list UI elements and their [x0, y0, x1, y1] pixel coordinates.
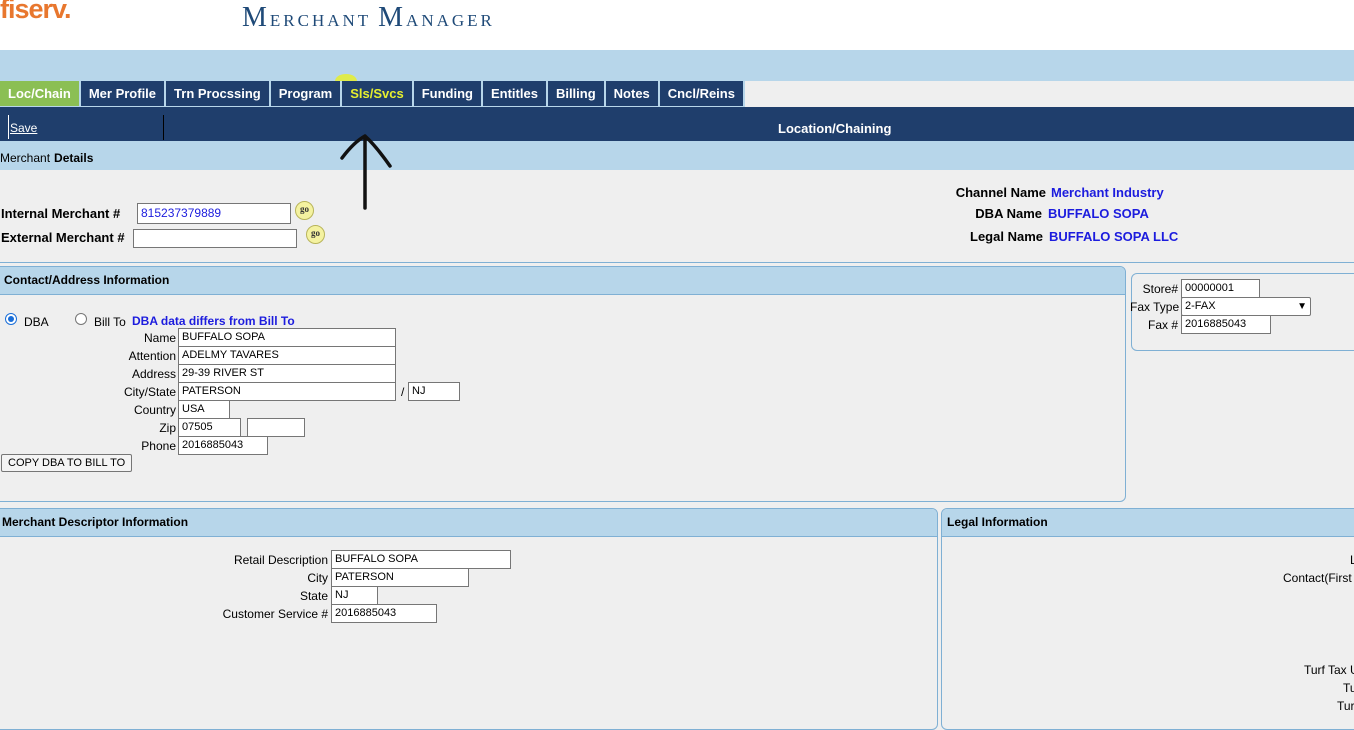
descriptor-city-label: City	[307, 571, 328, 585]
external-merchant-label: External Merchant #	[1, 230, 125, 245]
toolbar-divider	[8, 115, 9, 139]
fax-type-select[interactable]: 2-FAX ▼	[1181, 297, 1311, 316]
chevron-down-icon: ▼	[1297, 301, 1307, 312]
external-merchant-input[interactable]	[133, 229, 297, 248]
phone-input[interactable]: 2016885043	[178, 436, 268, 455]
legal-field-label: Tur	[1337, 699, 1354, 713]
tab-program[interactable]: Program	[270, 81, 341, 106]
save-link[interactable]: Save	[10, 121, 37, 135]
name-input[interactable]: BUFFALO SOPA	[178, 328, 396, 347]
up-arrow-icon	[340, 134, 392, 210]
legal-information-panel: Legal Information	[941, 508, 1354, 730]
contact-address-title: Contact/Address Information	[0, 267, 1125, 295]
channel-name-label: Channel Name	[955, 185, 1046, 200]
tab-entitles[interactable]: Entitles	[482, 81, 546, 106]
toolbar-divider	[163, 115, 164, 140]
app-title-word-1: ERCHANT	[269, 11, 371, 30]
state-input[interactable]: NJ	[408, 382, 460, 401]
zip-label: Zip	[159, 421, 176, 435]
go-button[interactable]: go	[306, 225, 325, 244]
dba-radio[interactable]	[5, 313, 17, 325]
internal-merchant-label: Internal Merchant #	[1, 206, 121, 221]
copy-dba-to-bill-to-button[interactable]: COPY DBA TO BILL TO	[1, 454, 133, 472]
tab-notes[interactable]: Notes	[605, 81, 658, 106]
attention-label: Attention	[128, 349, 176, 363]
descriptor-state-label: State	[299, 589, 328, 603]
city-input[interactable]: PATERSON	[178, 382, 396, 401]
legal-field-label: Tu	[1343, 681, 1354, 695]
retail-description-label: Retail Description	[233, 553, 328, 567]
fax-number-input[interactable]: 2016885043	[1181, 315, 1271, 334]
tab-trn-procssing[interactable]: Trn Procssing	[166, 81, 269, 106]
country-label: Country	[133, 403, 176, 417]
heading-word: Details	[54, 151, 94, 165]
go-button[interactable]: go	[295, 201, 314, 220]
customer-service-label: Customer Service #	[222, 607, 328, 621]
legal-field-label: Contact(First M	[1283, 571, 1354, 585]
merchant-descriptor-title: Merchant Descriptor Information	[0, 509, 937, 537]
name-label: Name	[143, 331, 176, 345]
zip-extension-input[interactable]	[247, 418, 305, 437]
section-title: Location/Chaining	[778, 121, 892, 136]
details-bar	[0, 141, 1354, 170]
fax-type-value: 2-FAX	[1185, 300, 1216, 312]
legal-name-value: BUFFALO SOPA LLC	[1049, 229, 1179, 244]
phone-label: Phone	[141, 439, 176, 453]
toolbar	[0, 107, 1354, 141]
fiserv-logo: fiserv.	[0, 0, 72, 24]
merchant-details-heading: Merchant Details	[0, 151, 93, 165]
attention-input[interactable]: ADELMY TAVARES	[178, 346, 396, 365]
legal-information-title: Legal Information	[942, 509, 1354, 537]
country-input[interactable]: USA	[178, 400, 230, 419]
divider	[0, 262, 1354, 263]
merchant-descriptor-panel: Merchant Descriptor Information	[0, 508, 938, 730]
tab-mer-profile[interactable]: Mer Profile	[80, 81, 165, 106]
descriptor-city-input[interactable]: PATERSON	[331, 568, 469, 587]
tab-cncl-reins[interactable]: Cncl/Reins	[659, 81, 743, 106]
fax-type-label: Fax Type	[1130, 300, 1180, 314]
store-label: Store#	[1142, 282, 1178, 296]
tab-sls-svcs[interactable]: Sls/Svcs	[342, 81, 412, 106]
legal-field-label: Turf Tax U	[1304, 663, 1354, 677]
contact-address-panel: Contact/Address Information	[0, 266, 1126, 502]
app-title-initial-1: M	[242, 2, 270, 33]
dba-name-label: DBA Name	[975, 206, 1042, 221]
legal-name-label: Legal Name	[970, 229, 1043, 244]
zip-input[interactable]: 07505	[178, 418, 241, 437]
app-title: MERCHANT MANAGER	[242, 2, 495, 34]
header-band	[0, 50, 1354, 81]
tab-billing[interactable]: Billing	[547, 81, 604, 106]
city-state-separator: /	[401, 385, 405, 399]
tab-funding[interactable]: Funding	[413, 81, 481, 106]
address-input[interactable]: 29-39 RIVER ST	[178, 364, 396, 383]
legal-field-label: L	[1350, 553, 1354, 567]
customer-service-input[interactable]: 2016885043	[331, 604, 437, 623]
tab-bar: Loc/Chain Mer Profile Trn Procssing Prog…	[0, 81, 745, 107]
retail-description-input[interactable]: BUFFALO SOPA	[331, 550, 511, 569]
city-state-label: City/State	[123, 385, 176, 399]
heading-word: Merchant	[0, 151, 51, 165]
address-label: Address	[131, 367, 176, 381]
dba-name-value: BUFFALO SOPA	[1048, 206, 1149, 221]
app-title-initial-2: M	[378, 2, 407, 33]
bill-to-radio[interactable]	[75, 313, 87, 325]
app-title-word-2: ANAGER	[406, 11, 495, 30]
internal-merchant-input[interactable]: 815237379889	[137, 203, 291, 224]
dba-radio-label: DBA	[24, 315, 49, 329]
store-input[interactable]: 00000001	[1181, 279, 1260, 298]
tab-loc-chain[interactable]: Loc/Chain	[0, 81, 79, 106]
top-header	[0, 0, 1354, 50]
channel-name-value: Merchant Industry	[1051, 185, 1164, 200]
fax-number-label: Fax #	[1147, 318, 1178, 332]
dba-differs-note: DBA data differs from Bill To	[132, 314, 295, 328]
descriptor-state-input[interactable]: NJ	[331, 586, 378, 605]
bill-to-radio-label: Bill To	[94, 315, 126, 329]
